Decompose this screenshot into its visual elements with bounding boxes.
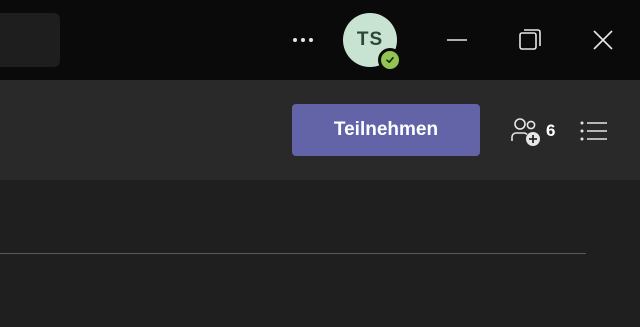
close-button[interactable]: [583, 22, 623, 58]
people-add-icon: [511, 118, 540, 146]
minimize-button[interactable]: [437, 22, 477, 58]
search-box[interactable]: [0, 13, 60, 67]
title-bar: TS: [0, 0, 640, 80]
list-icon: [580, 121, 607, 141]
restore-button[interactable]: [510, 22, 550, 58]
list-view-button[interactable]: [576, 114, 612, 148]
participants-button[interactable]: 6: [510, 113, 555, 149]
join-button[interactable]: Teilnehmen: [292, 104, 480, 156]
close-icon: [593, 30, 613, 50]
minimize-icon: [447, 39, 467, 41]
participant-count: 6: [546, 121, 556, 140]
divider: [0, 253, 586, 254]
more-horizontal-icon: [293, 38, 297, 42]
avatar-initials: TS: [356, 29, 384, 50]
presence-available-icon: [378, 48, 402, 72]
more-options-button[interactable]: [286, 26, 320, 54]
restore-icon: [519, 29, 541, 50]
